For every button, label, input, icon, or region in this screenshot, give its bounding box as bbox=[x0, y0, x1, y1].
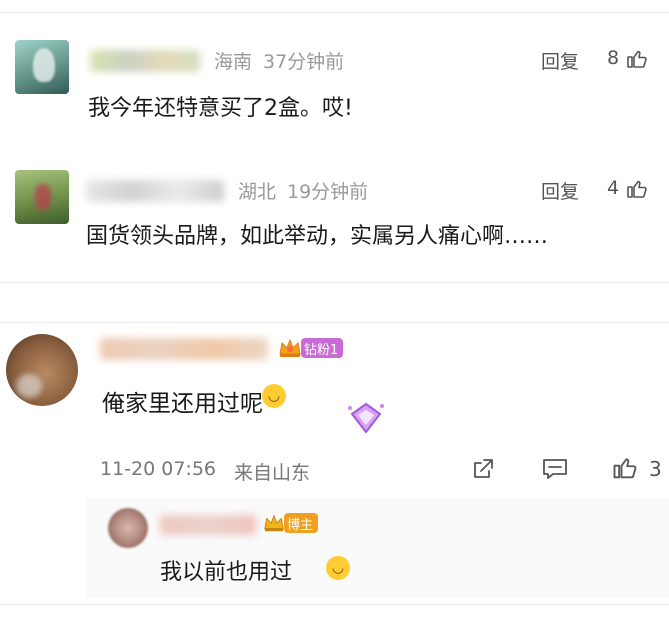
comment-1: 海南 37分钟前 回复 8 我今年还特意买了2盒。哎! bbox=[0, 20, 669, 140]
reply-button[interactable]: 回复 bbox=[541, 47, 579, 74]
share-icon[interactable] bbox=[470, 456, 496, 482]
thumbs-up-icon[interactable] bbox=[611, 454, 639, 482]
fan-badge-label: 钻粉1 bbox=[301, 338, 344, 358]
diamond-fan-icon bbox=[348, 402, 384, 434]
avatar[interactable] bbox=[6, 334, 78, 406]
username-blurred[interactable] bbox=[160, 515, 256, 535]
like-count: 3 bbox=[649, 457, 662, 481]
comment-3: 钻粉1 俺家里还用过呢 ◡ 11-20 07:56 来自山东 3 bbox=[0, 330, 669, 510]
avatar[interactable] bbox=[15, 40, 69, 94]
comment-text: 我今年还特意买了2盒。哎! bbox=[88, 96, 353, 121]
username-blurred[interactable] bbox=[86, 180, 224, 202]
host-badge-label: 博主 bbox=[284, 513, 319, 533]
comment-location: 海南 bbox=[214, 51, 253, 73]
reply-item: 博主 我以前也用过 ◡ bbox=[86, 498, 669, 598]
section-divider bbox=[0, 282, 669, 283]
reply-button[interactable]: 回复 bbox=[541, 177, 579, 204]
like-count: 8 bbox=[607, 47, 620, 69]
bottom-divider bbox=[0, 604, 669, 605]
comment-icon[interactable] bbox=[541, 456, 569, 482]
smile-emoji-icon: ◡ bbox=[326, 556, 350, 580]
host-badge[interactable]: 博主 bbox=[262, 512, 319, 534]
like-count: 4 bbox=[607, 177, 620, 199]
comment-time: 37分钟前 bbox=[263, 51, 345, 73]
crown-icon bbox=[264, 514, 284, 532]
comment-text: 俺家里还用过呢 bbox=[102, 391, 263, 417]
comment-bubble: 俺家里还用过呢 ◡ bbox=[96, 370, 381, 430]
crown-icon bbox=[279, 338, 301, 357]
top-divider bbox=[0, 12, 669, 13]
laughing-emoji-icon: ◡ bbox=[262, 384, 286, 408]
username-blurred[interactable] bbox=[100, 338, 268, 360]
avatar[interactable] bbox=[108, 508, 148, 548]
comment-source: 来自山东 bbox=[234, 462, 311, 484]
username-blurred[interactable] bbox=[90, 50, 200, 72]
thumbs-up-icon[interactable] bbox=[625, 47, 649, 71]
section-divider bbox=[0, 322, 669, 323]
comment-datetime: 11-20 07:56 bbox=[100, 458, 217, 480]
avatar[interactable] bbox=[15, 170, 69, 224]
comment-location: 湖北 bbox=[238, 181, 277, 203]
comment-text: 国货领头品牌，如此举动，实属另人痛心啊…… bbox=[86, 224, 549, 249]
thumbs-up-icon[interactable] bbox=[625, 177, 649, 201]
comment-2: 湖北 19分钟前 回复 4 国货领头品牌，如此举动，实属另人痛心啊…… bbox=[0, 150, 669, 270]
reply-text: 我以前也用过 bbox=[160, 560, 293, 585]
fan-level-badge[interactable]: 钻粉1 bbox=[277, 336, 344, 360]
comment-time: 19分钟前 bbox=[287, 181, 369, 203]
